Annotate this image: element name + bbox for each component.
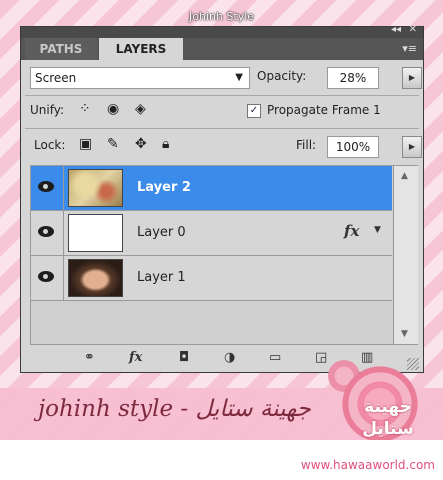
- unify-visibility-icon[interactable]: ◉: [107, 101, 119, 117]
- unify-position-icon[interactable]: ⁘: [79, 101, 91, 117]
- scroll-up-icon[interactable]: ▲: [401, 171, 408, 181]
- trash-icon[interactable]: ▥: [361, 350, 373, 365]
- layer-row[interactable]: Layer 1: [31, 256, 392, 301]
- new-group-icon[interactable]: ▭: [269, 350, 281, 365]
- divider: [25, 95, 419, 96]
- lock-label: Lock:: [34, 138, 66, 152]
- layer-name: Layer 0: [137, 225, 186, 240]
- fill-slider-button[interactable]: ▶: [402, 136, 422, 158]
- lock-move-icon[interactable]: ✥: [135, 136, 147, 152]
- eye-icon: [38, 226, 54, 237]
- visibility-toggle[interactable]: [31, 211, 64, 255]
- propagate-checkbox[interactable]: ✓: [247, 104, 261, 118]
- lock-all-icon[interactable]: 🔒︎: [162, 136, 169, 152]
- panel-body: Screen ▼ Opacity: 28% ▶ Unify: ⁘ ◉ ◈ ✓ P…: [21, 60, 423, 372]
- watermark-title: Johinh Style: [188, 10, 255, 23]
- layer-thumbnail: [68, 214, 123, 252]
- collapse-icon[interactable]: ◂◂: [391, 24, 401, 35]
- unify-label: Unify:: [30, 103, 65, 117]
- eye-icon: [38, 271, 54, 282]
- blend-mode-value: Screen: [35, 71, 77, 85]
- opacity-label: Opacity:: [257, 69, 307, 83]
- fill-label: Fill:: [296, 138, 317, 152]
- site-url: www.hawaaworld.com: [300, 458, 435, 472]
- tab-bar: PATHS LAYERS ▾≡: [21, 38, 423, 60]
- layer-row[interactable]: Layer 0 fx ▼: [31, 211, 392, 256]
- resize-grip[interactable]: [407, 358, 419, 370]
- lock-transparent-icon[interactable]: ▣: [79, 136, 92, 152]
- unify-style-icon[interactable]: ◈: [135, 101, 146, 117]
- layer-name: Layer 2: [137, 180, 191, 195]
- layers-list: Layer 2 Layer 0 fx ▼ Layer 1 ▲ ▼: [30, 165, 418, 345]
- chevron-down-icon[interactable]: ▼: [374, 225, 381, 235]
- divider: [25, 128, 419, 129]
- fx-icon[interactable]: fx: [344, 222, 359, 240]
- layer-thumbnail: [68, 259, 123, 297]
- propagate-label: Propagate Frame 1: [267, 103, 381, 117]
- layers-panel: ◂◂ ✕ PATHS LAYERS ▾≡ Screen ▼ Opacity: 2…: [20, 24, 424, 373]
- banner-text: johinh style - جهينة ستايل: [38, 396, 311, 422]
- layer-thumbnail: [68, 169, 123, 207]
- visibility-toggle[interactable]: [31, 166, 64, 210]
- tab-layers[interactable]: LAYERS: [99, 38, 183, 60]
- chevron-down-icon: ▼: [235, 72, 243, 83]
- layers-scrollbar[interactable]: ▲ ▼: [393, 166, 418, 344]
- tab-paths[interactable]: PATHS: [25, 38, 97, 60]
- layer-row[interactable]: Layer 2: [31, 166, 392, 211]
- layer-name: Layer 1: [137, 270, 186, 285]
- panel-title-bar: ◂◂ ✕: [21, 24, 423, 38]
- add-mask-icon[interactable]: ◘: [179, 350, 189, 365]
- opacity-input[interactable]: 28%: [327, 67, 379, 89]
- add-style-icon[interactable]: fx: [129, 350, 142, 365]
- lock-brush-icon[interactable]: ✎: [107, 136, 119, 152]
- close-icon[interactable]: ✕: [409, 24, 417, 35]
- link-layers-icon[interactable]: ⚭: [84, 350, 95, 365]
- panel-menu-icon[interactable]: ▾≡: [402, 42, 417, 55]
- opacity-slider-button[interactable]: ▶: [402, 67, 422, 89]
- adjustment-layer-icon[interactable]: ◑: [224, 350, 235, 365]
- logo-text: جهينة ستايل: [362, 397, 414, 439]
- blend-mode-select[interactable]: Screen ▼: [30, 67, 250, 89]
- fill-input[interactable]: 100%: [327, 136, 379, 158]
- eye-icon: [38, 181, 54, 192]
- scroll-down-icon[interactable]: ▼: [401, 329, 408, 339]
- visibility-toggle[interactable]: [31, 256, 64, 300]
